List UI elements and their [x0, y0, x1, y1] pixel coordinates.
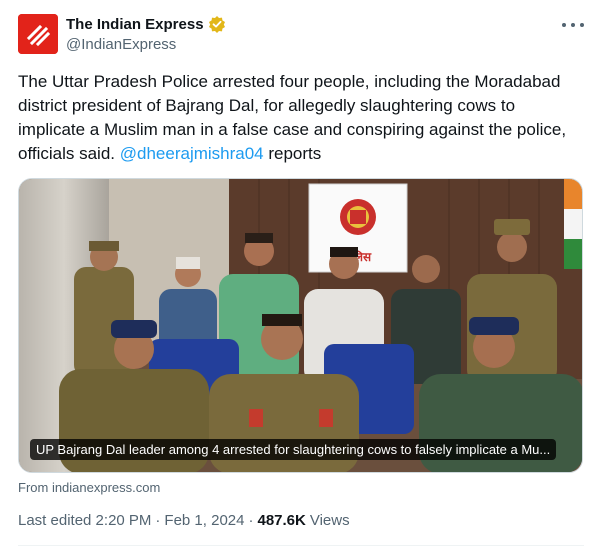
tweet: The Indian Express @IndianExpress The Ut…: [0, 0, 600, 552]
tweet-text: The Uttar Pradesh Police arrested four p…: [18, 70, 586, 166]
meta-separator: ·: [155, 512, 161, 529]
verified-badge-icon: [208, 15, 226, 33]
mention-link[interactable]: @dheerajmishra04: [120, 144, 264, 163]
link-card-image[interactable]: पुलिस: [18, 178, 583, 473]
press-conference-photo: पुलिस: [19, 179, 582, 472]
meta-separator-2: ·: [248, 512, 254, 529]
avatar[interactable]: [18, 14, 58, 54]
views-count: 487.6K: [257, 512, 306, 529]
tweet-body-suffix: reports: [263, 144, 322, 163]
edited-timestamp[interactable]: Last edited 2:20 PM: [18, 512, 151, 529]
author-display-name[interactable]: The Indian Express: [66, 16, 204, 33]
divider: [18, 545, 584, 546]
more-options-icon[interactable]: [562, 16, 584, 34]
indian-express-logo-icon: [18, 14, 58, 54]
author-block: The Indian Express @IndianExpress: [66, 14, 226, 53]
views-label: Views: [309, 512, 350, 529]
tweet-date[interactable]: Feb 1, 2024: [164, 512, 244, 529]
tweet-meta: Last edited 2:20 PM · Feb 1, 2024 · 487.…: [18, 512, 350, 529]
link-card-title[interactable]: UP Bajrang Dal leader among 4 arrested f…: [30, 439, 557, 460]
link-source[interactable]: From indianexpress.com: [18, 480, 160, 495]
author-handle[interactable]: @IndianExpress: [66, 36, 226, 53]
